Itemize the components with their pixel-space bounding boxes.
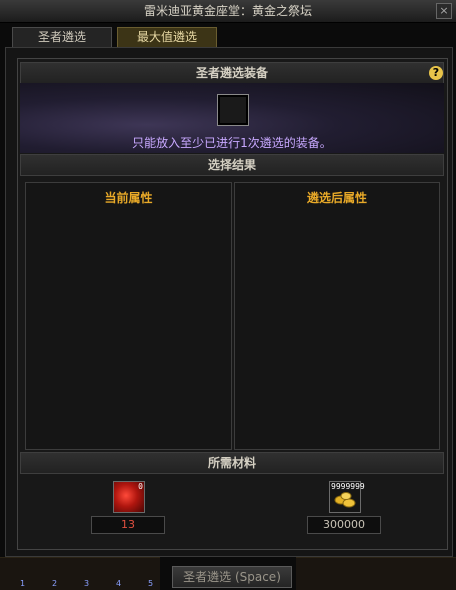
current-attributes-title: 当前属性 [104,191,153,205]
hotkey-label: 4 [116,579,122,588]
equipment-slot[interactable] [217,94,249,126]
red-gem-badge: 0 [138,482,143,491]
gold-icon[interactable]: 9999999 [329,481,365,513]
materials-header: 所需材料 [20,452,444,474]
hotkey-label: 3 [84,579,90,588]
hotkey-label: 2 [52,579,58,588]
hotkey-label: 5 [148,579,154,588]
red-gem-icon[interactable]: 0 [113,481,145,513]
help-icon[interactable]: ? [429,66,443,80]
red-gem-quantity: 13 [91,516,165,534]
right-hotbar [296,557,456,590]
equipment-notice: 只能放入至少已进行1次遴选的装备。 [132,136,332,150]
hotkey-label: 1 [20,579,26,588]
tab-max-value-selection[interactable]: 最大值遴选 [117,27,217,47]
equipment-header: 圣者遴选装备 [20,62,444,84]
saint-selection-button[interactable]: 圣者遴选 (Space) [172,566,292,588]
current-attributes-panel: 当前属性 [25,182,232,450]
window-title-bar: 雷米迪亚黄金座堂：黄金之祭坛 × [0,0,456,23]
gold-badge: 9999999 [331,482,365,491]
result-header: 选择结果 [20,154,444,176]
after-attributes-title: 遴选后属性 [306,191,367,205]
gold-quantity: 300000 [307,516,381,534]
window-title: 雷米迪亚黄金座堂：黄金之祭坛 [143,4,312,18]
tab-saint-selection[interactable]: 圣者遴选 [12,27,112,47]
close-icon[interactable]: × [436,3,452,19]
after-attributes-panel: 遴选后属性 [234,182,440,450]
